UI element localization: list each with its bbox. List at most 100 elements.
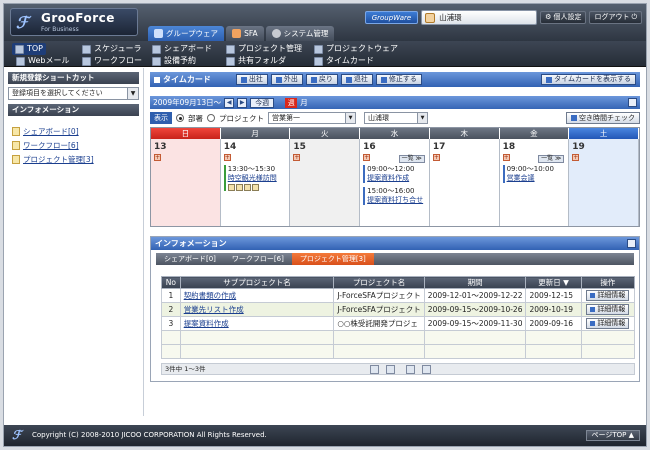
prev-week-button[interactable]: ◀: [224, 97, 235, 108]
pager: 3件中 1～3件: [161, 363, 635, 375]
mail-icon: [16, 56, 25, 66]
add-event-button[interactable]: +: [432, 154, 440, 161]
clock-out-button[interactable]: 退社: [340, 74, 373, 85]
button-label: 詳細情報: [597, 305, 626, 313]
add-event-button[interactable]: +: [363, 154, 371, 161]
day-cell-mon[interactable]: 14 + 13:30～15:30 時空観光様訪問: [220, 139, 291, 226]
first-page-icon[interactable]: [370, 365, 379, 374]
add-event-button[interactable]: +: [502, 154, 510, 161]
free-time-check-button[interactable]: 空き時間チェック: [566, 112, 640, 124]
projectware-icon: [314, 44, 323, 54]
radio-dept[interactable]: [176, 114, 184, 122]
sidebar-info-title: インフォメーション: [8, 104, 139, 116]
logout-button[interactable]: ログアウト ⏻: [589, 11, 642, 24]
go-out-button[interactable]: 外出: [270, 74, 303, 85]
personal-settings-button[interactable]: ⚙ 個人設定: [540, 11, 587, 24]
event-title[interactable]: 時空観光様訪問: [228, 174, 287, 183]
day-cell-sat[interactable]: 19 +: [569, 139, 639, 226]
detail-button[interactable]: 詳細情報: [586, 290, 630, 301]
header: ℱ GrooForce For Business グループウェア SFA システ…: [4, 4, 646, 41]
collapse-button[interactable]: [627, 239, 636, 248]
menu-projectware[interactable]: プロジェクトウェア: [314, 43, 398, 55]
subproject-link[interactable]: 契約書類の作成: [184, 291, 237, 300]
subproject-link[interactable]: 提案資料作成: [184, 319, 229, 328]
user-select[interactable]: 山浦環 ▼: [364, 112, 428, 124]
add-event-button[interactable]: +: [154, 154, 161, 161]
day-header-wed: 水: [360, 128, 430, 139]
sidebar-link-workflow[interactable]: ワークフロー[6]: [12, 138, 135, 152]
day-cell-tue[interactable]: 15 +: [290, 139, 361, 226]
chevron-down-icon: ▼: [127, 88, 138, 99]
info-tab-project[interactable]: プロジェクト管理[3]: [291, 253, 374, 265]
shortcut-select[interactable]: 登録項目を選択してください ▼: [8, 87, 139, 100]
shortcut-title: 新規登録ショートカット: [8, 72, 139, 84]
day-cell-fri[interactable]: 18 + 一覧 ≫ 09:00～10:00 営業会議: [499, 139, 570, 226]
last-page-icon[interactable]: [422, 365, 431, 374]
menu-project-management[interactable]: プロジェクト管理: [226, 43, 302, 55]
next-page-icon[interactable]: [406, 365, 415, 374]
info-tab-workflow[interactable]: ワークフロー[6]: [224, 253, 292, 265]
col-project[interactable]: プロジェクト名: [333, 276, 425, 289]
menu-timecard[interactable]: タイムカード: [314, 55, 374, 67]
event-title[interactable]: 提案資料作成: [367, 174, 426, 183]
event-wed-2[interactable]: 15:00～16:00 提案資料打ち合せ: [363, 187, 426, 205]
detail-button[interactable]: 詳細情報: [586, 318, 630, 329]
page-top-button[interactable]: ページTOP ▲: [585, 430, 640, 441]
day-cell-sun[interactable]: 13 +: [151, 139, 221, 226]
info-tab-shareboard[interactable]: シェアボード[0]: [156, 253, 224, 265]
add-event-button[interactable]: +: [293, 154, 301, 161]
list-button[interactable]: 一覧 ≫: [538, 155, 565, 163]
next-week-button[interactable]: ▶: [237, 97, 248, 108]
menu-scheduler[interactable]: スケジューラ: [82, 43, 141, 55]
prev-page-icon[interactable]: [386, 365, 395, 374]
table-row: 3 提案資料作成 ○○株受託開発プロジェ 2009-09-15～2009-11-…: [161, 316, 636, 331]
row-action: 詳細情報: [580, 302, 636, 317]
event-icons: [227, 184, 287, 191]
edit-button[interactable]: 修正する: [375, 74, 422, 85]
add-event-button[interactable]: +: [223, 154, 231, 161]
tab-sfa[interactable]: SFA: [226, 26, 264, 41]
this-week-button[interactable]: 今週: [250, 97, 275, 108]
radio-project[interactable]: [207, 114, 215, 122]
subproject-link[interactable]: 営業先リスト作成: [184, 305, 244, 314]
col-no[interactable]: No: [161, 276, 181, 289]
menu-shared-folder[interactable]: 共有フォルダ: [226, 55, 286, 67]
menu-workflow[interactable]: ワークフロー: [82, 55, 142, 67]
event-time: 09:00～12:00: [367, 165, 415, 173]
footer: ℱ Copyright (C) 2008-2010 JICOO CORPORAT…: [4, 425, 646, 446]
sidebar-link-project[interactable]: プロジェクト管理[3]: [12, 152, 135, 166]
event-mon[interactable]: 13:30～15:30 時空観光様訪問: [223, 165, 287, 191]
sidebar-link-shareboard[interactable]: シェアボード[0]: [12, 124, 135, 138]
show-timecard-button[interactable]: タイムカードを表示する: [541, 74, 636, 85]
collapse-button[interactable]: [628, 98, 637, 107]
day-number: 13: [154, 142, 167, 152]
menu-top[interactable]: TOP: [12, 43, 47, 55]
detail-button[interactable]: 詳細情報: [586, 304, 630, 315]
clock-icon: [154, 76, 160, 83]
menu-shareboard[interactable]: シェアボード: [152, 43, 212, 55]
event-fri[interactable]: 09:00～10:00 営業会議: [502, 165, 566, 183]
event-wed-1[interactable]: 09:00～12:00 提案資料作成: [363, 165, 426, 183]
list-button[interactable]: 一覧 ≫: [398, 155, 425, 163]
menu-webmail[interactable]: Webメール: [16, 55, 69, 67]
groupware-button[interactable]: GroupWare: [364, 11, 419, 24]
event-title[interactable]: 提案資料打ち合せ: [367, 196, 426, 205]
day-number: 15: [293, 142, 306, 152]
menu-facility-booking[interactable]: 設備予約: [152, 55, 196, 67]
day-cell-wed[interactable]: 16 + 一覧 ≫ 09:00～12:00 提案資料作成 15:00～16:00…: [360, 139, 430, 226]
col-updated[interactable]: 更新日 ▼: [525, 276, 582, 289]
day-cell-thu[interactable]: 17 +: [429, 139, 500, 226]
month-view-tab[interactable]: 月: [300, 96, 308, 109]
clock-in-button[interactable]: 出社: [235, 74, 268, 85]
tab-system-admin[interactable]: システム管理: [265, 26, 335, 41]
col-period[interactable]: 期間: [423, 276, 527, 289]
button-label: 修正する: [388, 75, 417, 83]
col-subproject[interactable]: サブプロジェクト名: [179, 276, 335, 289]
event-title[interactable]: 営業会議: [507, 174, 566, 183]
logo[interactable]: ℱ GrooForce For Business: [10, 8, 138, 36]
week-view-tab[interactable]: 週: [285, 97, 298, 108]
add-event-button[interactable]: +: [572, 154, 580, 161]
tab-groupware[interactable]: グループウェア: [148, 26, 225, 41]
return-button[interactable]: 戻り: [305, 74, 338, 85]
dept-select[interactable]: 営業第一 ▼: [268, 112, 356, 124]
